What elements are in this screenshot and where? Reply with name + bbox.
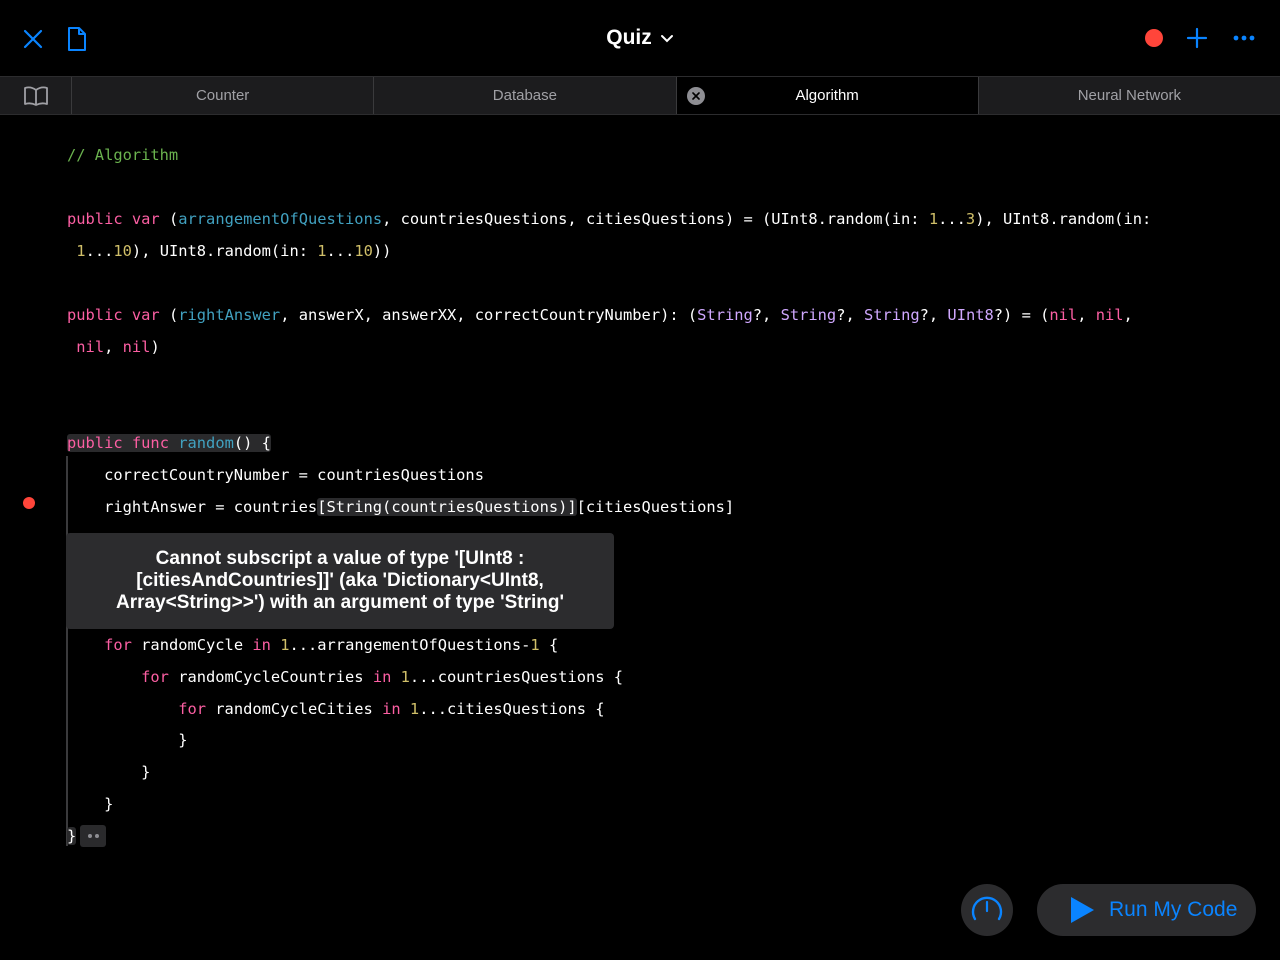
code-line: } <box>67 825 107 847</box>
speedometer-icon[interactable] <box>961 884 1013 936</box>
code-line: for randomCycleCities in 1...citiesQuest… <box>178 700 605 718</box>
error-marker-icon[interactable] <box>23 497 35 509</box>
book-icon[interactable] <box>0 77 72 114</box>
tab-label: Database <box>492 87 557 104</box>
code-line: public var (rightAnswer, answerX, answer… <box>67 306 1133 324</box>
error-message: Cannot subscript a value of type '[UInt8… <box>116 548 564 613</box>
tab-neural-network[interactable]: Neural Network <box>979 77 1280 114</box>
code-line: public func random() { <box>67 434 271 452</box>
record-icon[interactable] <box>1143 27 1165 49</box>
tab-label: Neural Network <box>1077 87 1182 104</box>
plus-icon[interactable] <box>1185 26 1209 50</box>
tab-database[interactable]: Database <box>374 77 677 114</box>
tab-close-icon[interactable] <box>686 87 705 105</box>
document-title-menu[interactable]: Quiz <box>606 26 674 50</box>
run-button-label: Run My Code <box>1109 898 1238 921</box>
code-line: 1...10), UInt8.random(in: 1...10)) <box>76 242 392 260</box>
file-tab-bar: Counter Database Algorithm Neural Networ… <box>0 76 1280 115</box>
run-my-code-button[interactable]: Run My Code <box>1037 884 1256 936</box>
fold-dots-icon[interactable] <box>80 825 107 847</box>
play-icon <box>1069 896 1095 924</box>
tab-label: Algorithm <box>795 87 859 104</box>
error-popup: Cannot subscript a value of type '[UInt8… <box>66 533 614 629</box>
code-line: public var (arrangementOfQuestions, coun… <box>67 210 1152 228</box>
code-editor[interactable]: // Algorithm public var (arrangementOfQu… <box>0 116 1280 960</box>
code-line: correctCountryNumber = countriesQuestion… <box>67 466 484 484</box>
more-icon[interactable] <box>1230 26 1258 50</box>
page-title: Quiz <box>606 26 652 49</box>
code-line: for randomCycleCountries in 1...countrie… <box>141 668 624 686</box>
chevron-down-icon <box>660 26 674 50</box>
tab-algorithm[interactable]: Algorithm <box>676 77 979 114</box>
code-line: for randomCycle in 1...arrangementOfQues… <box>104 636 559 654</box>
code-line: } <box>67 795 114 813</box>
tab-counter[interactable]: Counter <box>72 77 375 114</box>
code-line: } <box>67 763 151 781</box>
code-comment: // Algorithm <box>67 146 179 164</box>
code-line: nil, nil) <box>76 338 160 356</box>
code-line-error: rightAnswer = countries[String(countries… <box>67 498 735 516</box>
code-line: } <box>67 731 188 749</box>
tab-label: Counter <box>195 87 250 104</box>
top-toolbar: Quiz <box>0 0 1280 76</box>
